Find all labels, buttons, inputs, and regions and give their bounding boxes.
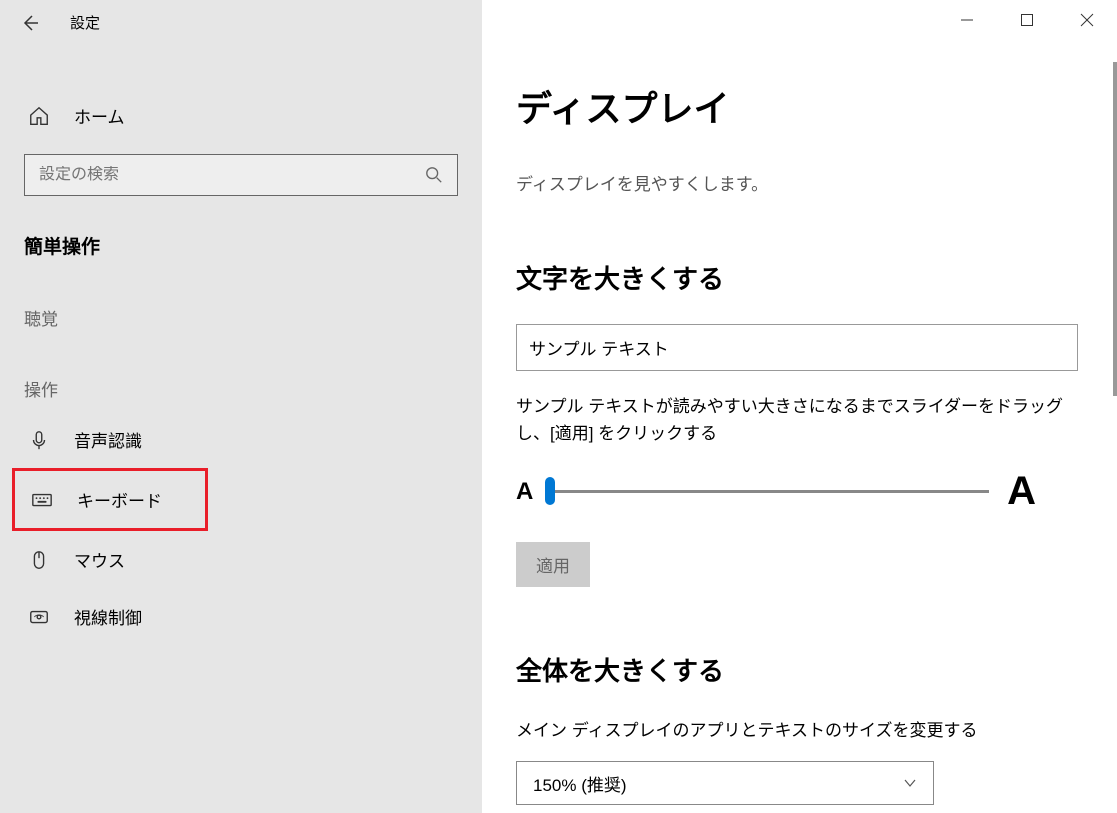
eye-icon	[28, 606, 50, 628]
search-icon	[425, 166, 443, 184]
maximize-button[interactable]	[997, 0, 1057, 40]
scrollbar[interactable]	[1113, 62, 1117, 396]
window-controls	[937, 0, 1117, 40]
page-description: ディスプレイを見やすくします。	[516, 170, 1093, 195]
settings-sidebar: 設定 ホーム 簡単操作 聴覚 操作 音声認識 キ	[0, 0, 482, 813]
scale-heading: 全体を大きくする	[516, 651, 1093, 688]
sidebar-home-label: ホーム	[74, 103, 125, 128]
minimize-button[interactable]	[937, 0, 997, 40]
sidebar-item-keyboard[interactable]: キーボード	[12, 468, 208, 531]
sidebar-item-label: キーボード	[77, 487, 162, 512]
sidebar-item-label: 視線制御	[74, 604, 142, 629]
sidebar-item-label: マウス	[74, 547, 125, 572]
sidebar-category-interaction: 操作	[0, 340, 482, 411]
sidebar-section-header: 簡単操作	[0, 196, 482, 269]
page-title: ディスプレイ	[516, 80, 1093, 132]
sidebar-category-hearing: 聴覚	[0, 269, 482, 340]
window-title: 設定	[70, 12, 100, 33]
sidebar-item-speech[interactable]: 音声認識	[0, 411, 482, 468]
sidebar-home[interactable]: ホーム	[0, 85, 482, 146]
text-size-heading: 文字を大きくする	[516, 259, 1093, 296]
apply-button[interactable]: 適用	[516, 542, 590, 587]
titlebar: 設定	[0, 0, 482, 45]
search-box[interactable]	[24, 154, 458, 196]
home-icon	[28, 105, 50, 127]
text-size-slider[interactable]	[545, 490, 989, 493]
mouse-icon	[28, 549, 50, 571]
sample-text-box: サンプル テキスト	[516, 324, 1078, 371]
slider-description: サンプル テキストが読みやすい大きさになるまでスライダーをドラッグし、[適用] …	[516, 393, 1096, 447]
slider-thumb[interactable]	[545, 477, 555, 505]
scale-dropdown[interactable]: 150% (推奨)	[516, 761, 934, 805]
back-arrow-icon[interactable]	[20, 13, 40, 33]
keyboard-icon	[31, 489, 53, 511]
chevron-down-icon	[903, 776, 917, 790]
sidebar-item-eye-control[interactable]: 視線制御	[0, 588, 482, 645]
slider-min-label: A	[516, 478, 533, 506]
scale-description: メイン ディスプレイのアプリとテキストのサイズを変更する	[516, 716, 1093, 741]
search-input[interactable]	[39, 166, 425, 184]
sidebar-item-mouse[interactable]: マウス	[0, 531, 482, 588]
text-size-slider-row: A A	[516, 469, 1036, 514]
slider-max-label: A	[1007, 469, 1036, 514]
microphone-icon	[28, 429, 50, 451]
scale-dropdown-value: 150% (推奨)	[533, 771, 627, 796]
sidebar-item-label: 音声認識	[74, 427, 142, 452]
close-button[interactable]	[1057, 0, 1117, 40]
content-area: ディスプレイ ディスプレイを見やすくします。 文字を大きくする サンプル テキス…	[482, 0, 1117, 813]
